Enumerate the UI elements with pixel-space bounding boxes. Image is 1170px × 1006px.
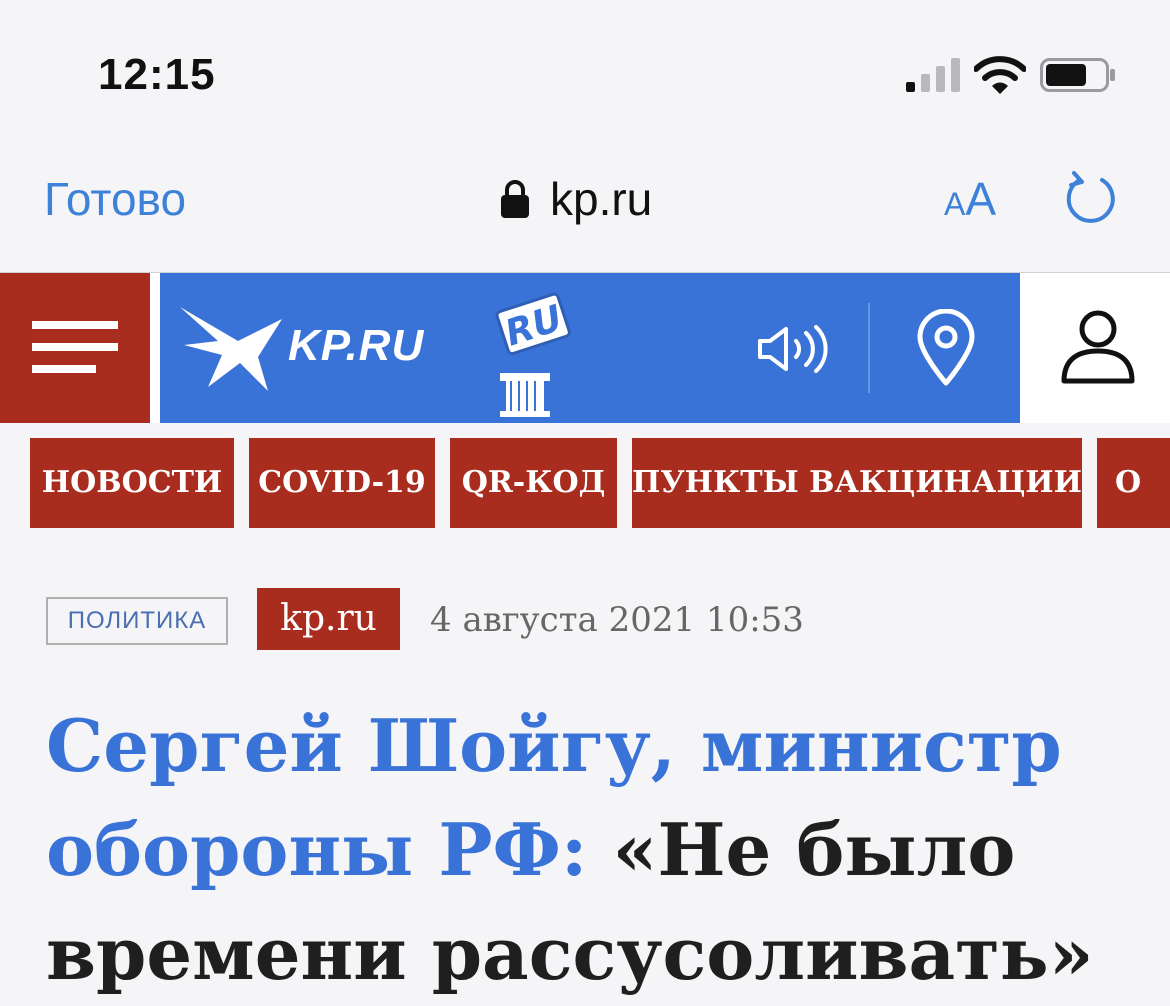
tag-partial[interactable]: О [1097,438,1170,528]
status-bar: 12:15 [0,0,1170,150]
brand-bar[interactable]: KP.RU RU [160,273,1020,423]
swallow-logo-icon [180,307,282,391]
article-date: 4 августа 2021 10:53 [430,600,804,640]
status-time: 12:15 [98,50,216,99]
user-icon [1061,310,1135,384]
text-size-big-label: A [965,173,997,225]
battery-icon [1040,58,1115,92]
done-button[interactable]: Готово [44,172,186,226]
brand-name: KP.RU [288,321,425,370]
wifi-icon [974,56,1026,94]
text-size-small-label: A [944,186,966,222]
tag-covid[interactable]: COVID-19 [249,438,435,528]
site-header: KP.RU RU [0,273,1170,423]
address-bar[interactable]: kp.ru [500,172,652,226]
browser-toolbar: Готово kp.ru AA [0,150,1170,273]
rubric-badge[interactable]: ПОЛИТИКА [46,597,228,645]
tag-qr-code[interactable]: QR-КОД [450,438,617,528]
article-headline: Сергей Шойгу, министр обороны РФ: «Не бы… [46,694,1126,1006]
ru-column-logo-icon: RU [495,292,571,417]
cellular-signal-icon [906,58,960,92]
text-size-button[interactable]: AA [944,172,996,226]
speaker-icon[interactable] [756,325,830,373]
source-badge[interactable]: kp.ru [257,588,400,650]
ru-badge-text: RU [501,298,568,355]
location-pin-icon[interactable] [916,309,976,387]
tag-vaccination-points[interactable]: ПУНКТЫ ВАКЦИНАЦИИ [632,438,1082,528]
user-profile-button[interactable] [1020,273,1170,423]
tag-news[interactable]: НОВОСТИ [30,438,234,528]
url-text: kp.ru [550,173,653,225]
header-divider [868,303,870,393]
nav-tags: НОВОСТИ COVID-19 QR-КОД ПУНКТЫ ВАКЦИНАЦИ… [30,438,1170,528]
reload-icon[interactable] [1062,170,1118,226]
lock-icon [501,180,529,218]
hamburger-menu-button[interactable] [0,273,150,423]
